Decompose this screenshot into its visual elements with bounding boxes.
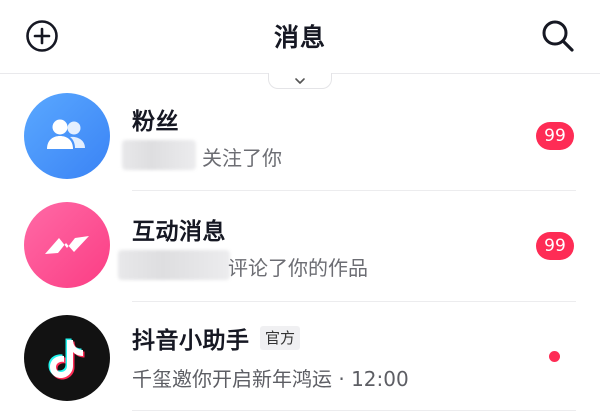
official-tag: 官方 (260, 326, 301, 350)
item-title: 互动消息 (132, 219, 226, 245)
page-title: 消息 (273, 23, 326, 52)
list-item-assistant[interactable]: 抖音小助手 千玺邀你开启新年鸿运 · 12:00 (0, 303, 600, 411)
item-subtitle: 评论了你的作品 (228, 256, 368, 280)
messages-screen: 消息 粉丝 关注了你 99 互动消息 评论了你的作品 99 抖音小助手 千玺邀你… (0, 0, 600, 413)
top-bar: 消息 (0, 0, 600, 74)
unread-count-badge: 99 (536, 122, 574, 150)
list-item-fans[interactable]: 粉丝 关注了你 99 (0, 82, 600, 190)
interact-avatar (24, 202, 110, 288)
row-divider (132, 190, 576, 191)
blurred-username (118, 250, 230, 280)
assistant-avatar (24, 315, 110, 401)
item-title: 粉丝 (132, 109, 179, 135)
fans-avatar (24, 93, 110, 179)
row-divider (132, 410, 576, 411)
list-item-interactions[interactable]: 互动消息 评论了你的作品 99 (0, 192, 600, 300)
item-subtitle: 关注了你 (202, 146, 282, 170)
item-title: 抖音小助手 (132, 328, 250, 354)
item-subtitle: 千玺邀你开启新年鸿运 · 12:00 (132, 367, 409, 391)
search-button[interactable] (536, 14, 580, 58)
unread-count-badge: 99 (536, 232, 574, 260)
blurred-username (122, 140, 196, 170)
tiktok-note-icon (48, 338, 85, 380)
unread-dot (549, 351, 560, 362)
lightning-chat-icon (45, 236, 89, 254)
fans-people-icon (47, 119, 85, 149)
search-icon (542, 20, 574, 52)
row-divider (132, 301, 576, 302)
